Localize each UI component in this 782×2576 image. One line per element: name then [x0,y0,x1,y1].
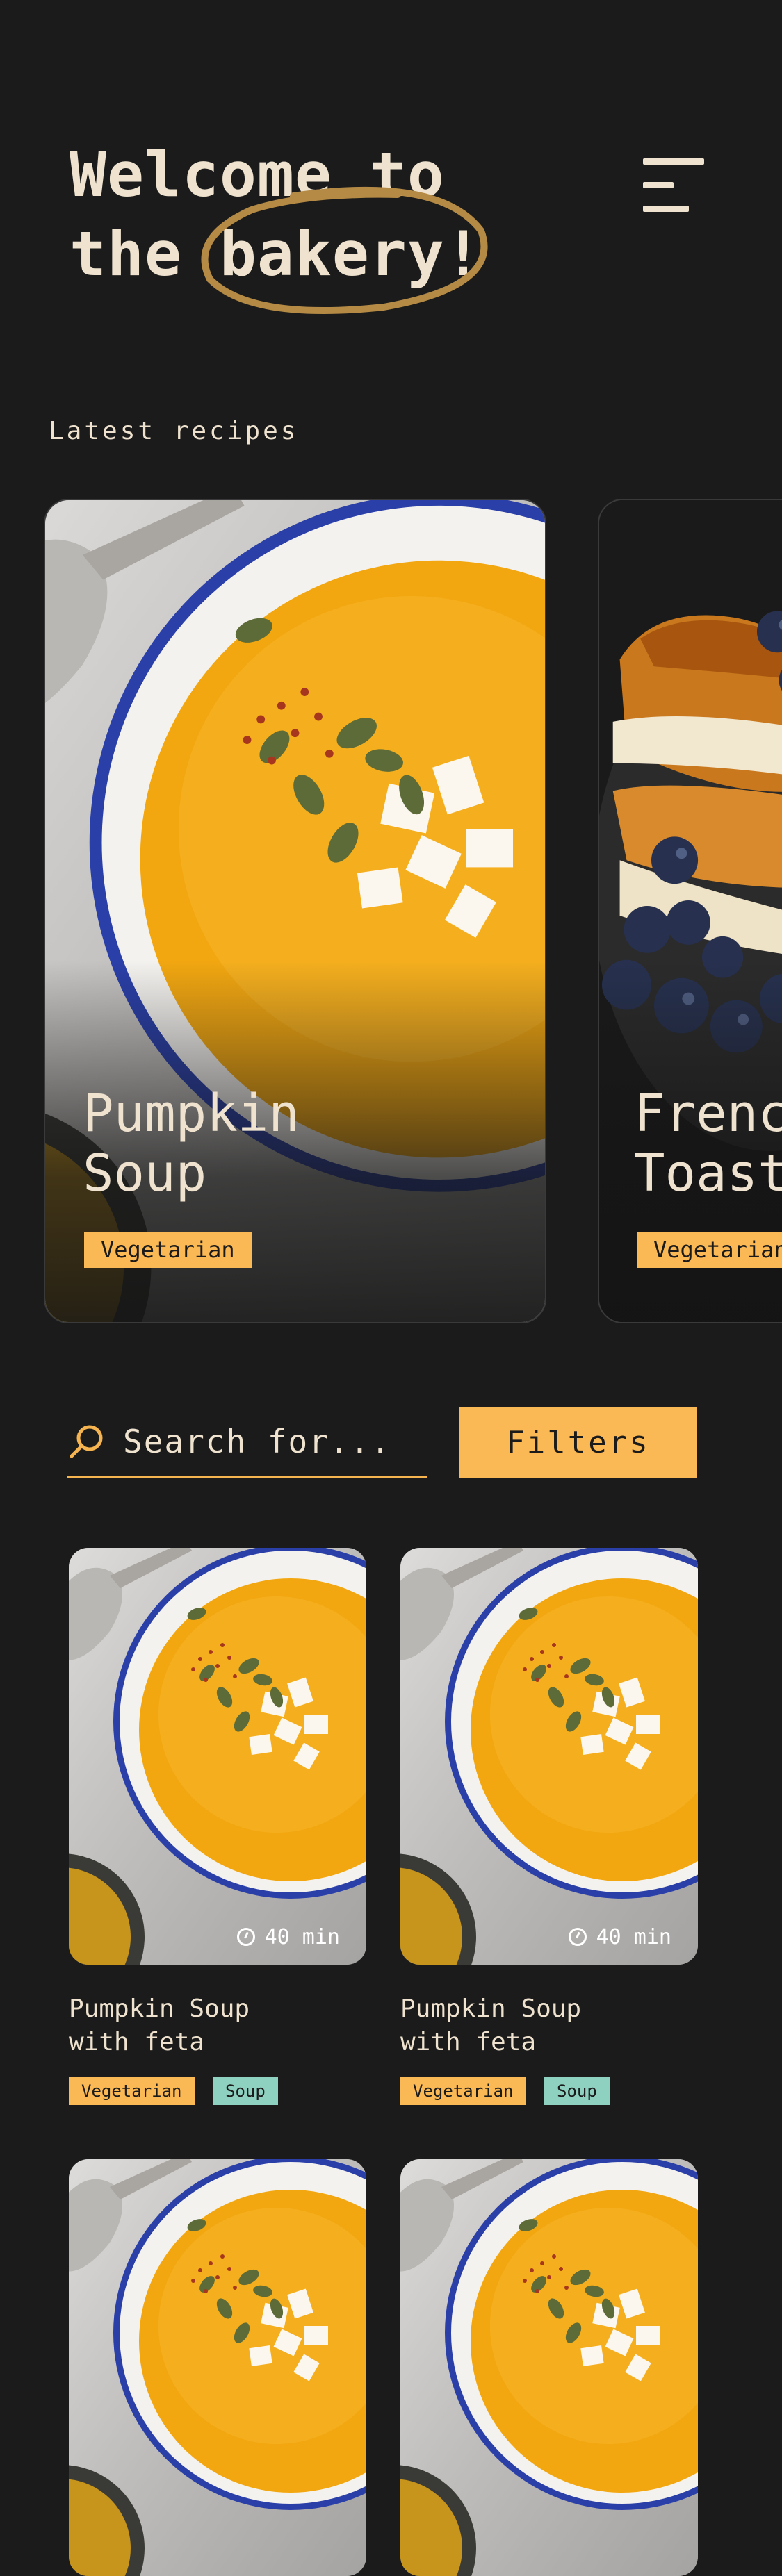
tag-vegetarian: Vegetarian [637,1232,782,1268]
search-placeholder: Search for... [123,1423,392,1460]
recipe-photo [69,2159,366,2576]
tag-vegetarian: Vegetarian [69,2077,195,2105]
tag-soup: Soup [544,2077,610,2105]
tag-vegetarian: Vegetarian [84,1232,252,1268]
search-icon [70,1425,103,1458]
recipe-name-line: Pumpkin Soup [69,1995,250,2023]
recipe-tile-name[interactable]: Pumpkin Soup with feta [69,1992,250,2059]
filters-button[interactable]: Filters [459,1407,697,1478]
recipe-card-pumpkin-soup[interactable]: Pumpkin Soup Vegetarian [44,499,546,1323]
recipe-tile[interactable] [400,2159,698,2576]
clock-icon [568,1928,587,1946]
recipe-photo [69,1548,366,1965]
recipe-card-title: French Toast [634,1084,782,1203]
recipe-tile[interactable] [69,2159,366,2576]
tag-vegetarian: Vegetarian [400,2077,526,2105]
recipe-tile-name[interactable]: Pumpkin Soup with feta [400,1992,581,2059]
recipe-card-title-line: French [634,1084,782,1143]
cook-time-value: 40 min [596,1925,671,1949]
recipe-name-line: Pumpkin Soup [400,1995,582,2023]
recipe-tile[interactable]: 40 min [69,1548,366,1965]
highlight-circle [201,186,488,314]
recipe-card-title-line: Pumpkin [83,1084,300,1143]
hamburger-menu-icon[interactable] [643,158,706,214]
recipe-photo [400,1548,698,1965]
recipe-name-line: with feta [69,2028,205,2056]
search-input[interactable]: Search for... [67,1402,427,1478]
clock-icon [236,1928,255,1946]
recipe-tile[interactable]: 40 min [400,1548,698,1965]
recipe-photo [400,2159,698,2576]
cook-time: 40 min [568,1925,671,1949]
recipe-name-line: with feta [400,2028,537,2056]
cook-time-value: 40 min [264,1925,340,1949]
latest-recipes-heading: Latest recipes [49,417,299,445]
cook-time: 40 min [236,1925,340,1949]
recipe-card-french-toast[interactable]: French Toast Vegetarian [598,499,782,1323]
recipe-card-title: Pumpkin Soup [83,1084,300,1203]
tag-soup: Soup [213,2077,278,2105]
recipe-card-title-line: Soup [83,1143,207,1203]
recipe-card-title-line: Toast [634,1143,782,1203]
